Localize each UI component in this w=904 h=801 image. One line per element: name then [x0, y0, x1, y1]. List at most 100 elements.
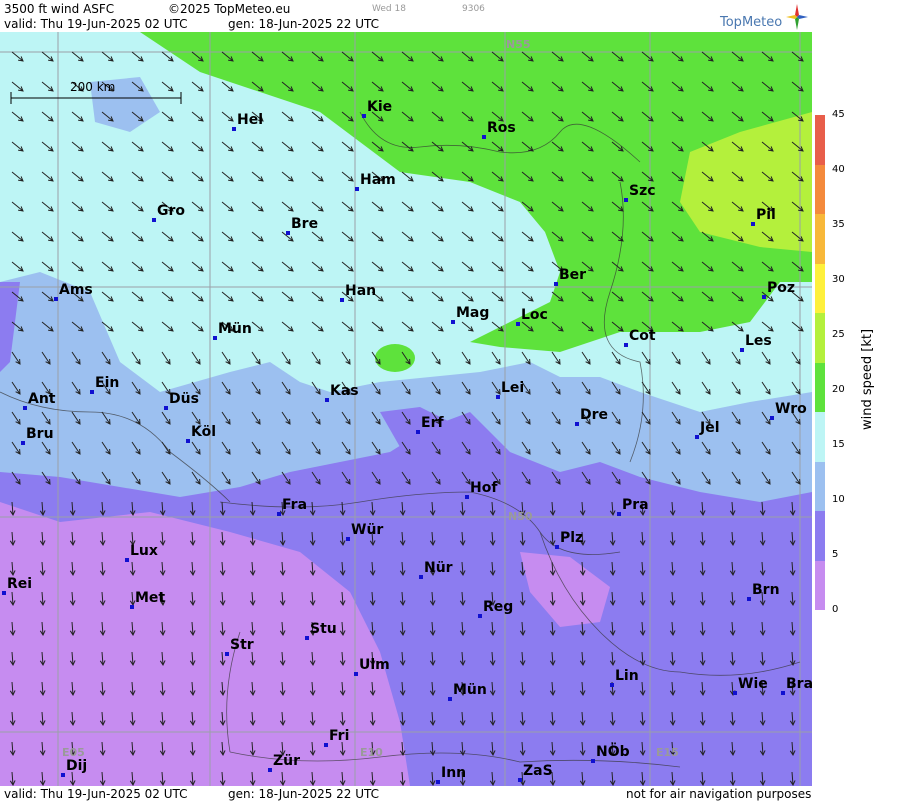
legend-swatch [815, 164, 825, 214]
city-marker [125, 558, 129, 562]
legend-swatch [815, 412, 825, 462]
city-label: Mün [218, 321, 252, 337]
city-marker [61, 773, 65, 777]
city-label: Nür [424, 560, 453, 576]
city-marker [277, 512, 281, 516]
city-label: Poz [767, 280, 796, 296]
legend-swatch [815, 511, 825, 561]
compass-icon [786, 4, 808, 30]
grid-label-n55: N55 [506, 38, 531, 51]
disclaimer: not for air navigation purposes [626, 787, 812, 801]
legend-tick: 5 [832, 549, 839, 560]
legend-swatch [815, 214, 825, 264]
city-label: Inn [441, 765, 467, 781]
city-label: Ham [360, 172, 396, 188]
topmeteo-logo: TopMeteo [716, 4, 812, 32]
grid-label-e10: E10 [360, 746, 383, 759]
scale-label: 200 km [70, 80, 116, 94]
city-label: Stu [310, 621, 337, 637]
city-label: Dij [66, 758, 88, 774]
city-label: Düs [169, 391, 199, 407]
legend-tick: 25 [832, 329, 845, 340]
city-label: Reg [483, 599, 514, 615]
city-marker [346, 537, 350, 541]
city-marker [225, 652, 229, 656]
city-marker [355, 187, 359, 191]
city-label: Les [745, 333, 772, 349]
city-marker [516, 322, 520, 326]
legend-swatch [815, 313, 825, 363]
city-marker [436, 780, 440, 784]
legend-swatch [815, 560, 825, 610]
city-marker [482, 135, 486, 139]
city-label: Szc [629, 183, 656, 199]
wind-speed-legend: 45 40 35 30 25 20 15 10 5 0 wind speed [kt] [812, 0, 904, 801]
generated-time: gen: 18-Jun-2025 22 UTC [228, 17, 380, 31]
city-label: Ant [28, 391, 56, 407]
city-label: Ros [487, 120, 516, 136]
day-label: Wed 18 [372, 4, 406, 14]
city-marker [591, 759, 595, 763]
city-marker [575, 422, 579, 426]
city-marker [340, 298, 344, 302]
city-marker [324, 743, 328, 747]
wind-map[interactable]: 200 km N55 N50 E05 E10 E15 Hel Kie Ros Ham S… [0, 32, 812, 786]
city-marker [448, 697, 452, 701]
legend-color-bar [815, 115, 825, 610]
city-marker [478, 614, 482, 618]
city-label: Plz [560, 530, 584, 546]
city-marker [695, 435, 699, 439]
city-marker [465, 495, 469, 499]
city-marker [416, 430, 420, 434]
city-label: Ulm [359, 657, 390, 673]
legend-tick: 20 [832, 384, 845, 395]
city-marker [286, 231, 290, 235]
city-marker [152, 218, 156, 222]
legend-tick: 0 [832, 604, 839, 615]
city-marker [624, 198, 628, 202]
city-marker [2, 591, 6, 595]
city-marker [325, 398, 329, 402]
city-marker [624, 343, 628, 347]
city-label: Met [135, 590, 166, 606]
city-label: Kas [330, 383, 359, 399]
city-marker [54, 297, 58, 301]
city-marker [762, 295, 766, 299]
city-label: Köl [191, 424, 217, 440]
city-marker [90, 390, 94, 394]
city-marker [554, 282, 558, 286]
footer-generated-time: gen: 18-Jun-2025 22 UTC [228, 787, 380, 801]
legend-title: wind speed [kt] [860, 328, 875, 430]
legend-swatch [815, 263, 825, 313]
city-label: Bra [786, 676, 812, 692]
city-label: NÖb [596, 744, 630, 760]
city-label: Loc [521, 307, 548, 323]
city-label: Bru [26, 426, 54, 442]
legend-swatch [815, 461, 825, 511]
city-marker [186, 439, 190, 443]
city-marker [496, 395, 500, 399]
city-label: Fra [282, 497, 308, 513]
city-marker [362, 114, 366, 118]
city-marker [130, 605, 134, 609]
city-label: Dre [580, 407, 609, 423]
city-label: Pra [622, 497, 649, 513]
city-label: Jel [700, 420, 720, 436]
city-label: Lei [501, 380, 525, 396]
product-title: 3500 ft wind ASFC [4, 2, 115, 16]
header-bar: 3500 ft wind ASFC ©2025 TopMeteo.eu Wed … [0, 0, 812, 32]
city-marker [419, 575, 423, 579]
city-marker [451, 320, 455, 324]
legend-swatch [815, 115, 825, 165]
city-label: Wür [351, 522, 384, 538]
city-marker [164, 406, 168, 410]
city-marker [518, 778, 522, 782]
city-label: Mag [456, 305, 490, 321]
city-label: Lux [130, 543, 158, 559]
city-label: Bre [291, 216, 319, 232]
city-label: Wie [738, 676, 768, 692]
city-marker [751, 222, 755, 226]
city-marker [733, 691, 737, 695]
city-marker [747, 597, 751, 601]
city-marker [23, 406, 27, 410]
